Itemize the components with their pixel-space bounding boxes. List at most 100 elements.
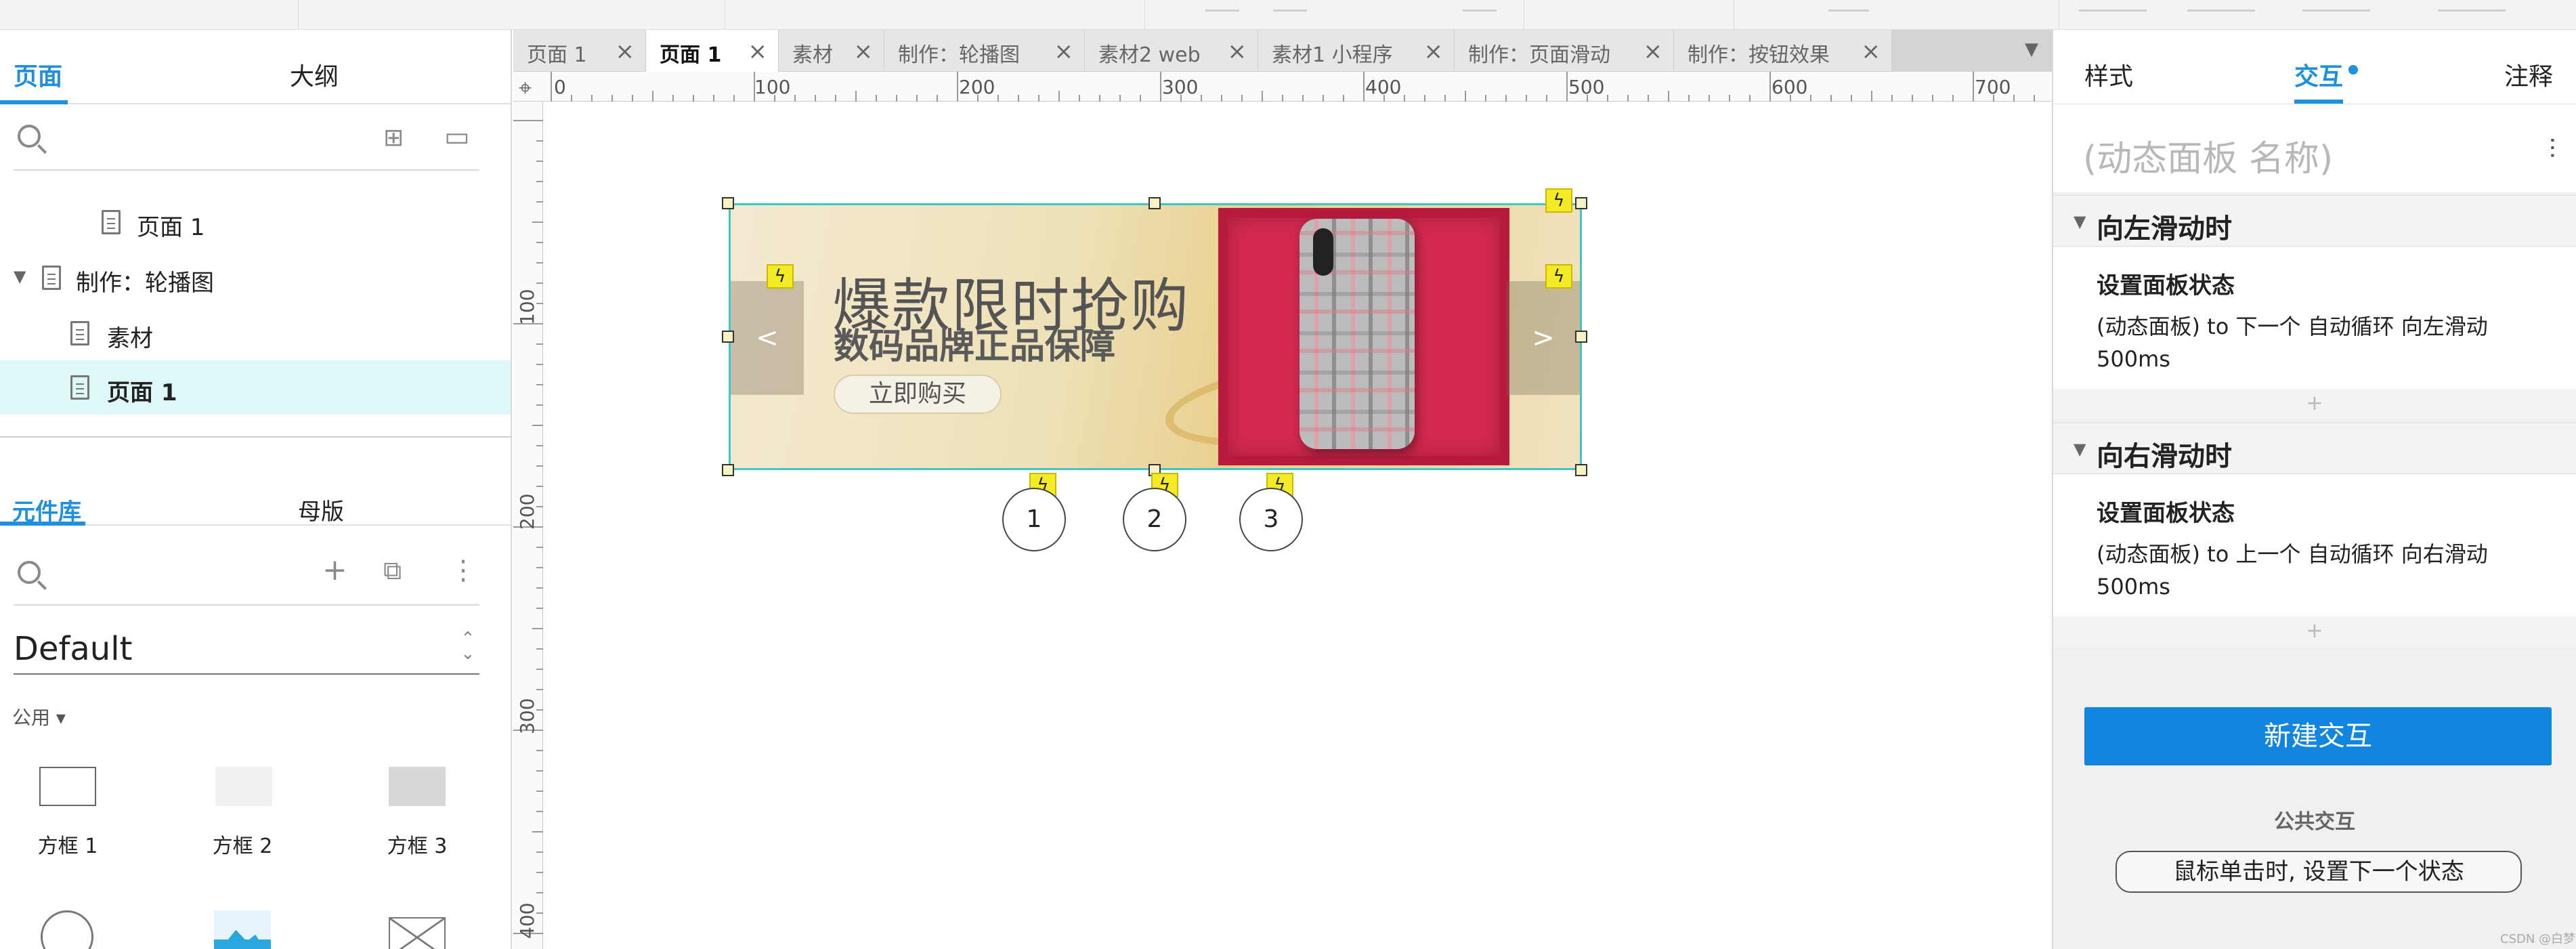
- toolbar-control[interactable]: [1273, 9, 1307, 12]
- image-mountain-icon: [221, 929, 264, 948]
- add-action-button[interactable]: +: [2053, 389, 2576, 419]
- lightning-icon[interactable]: ϟ: [1545, 188, 1572, 213]
- vertical-ruler: 100 200 300 400: [513, 102, 543, 949]
- crosshair-icon[interactable]: ⌖: [519, 75, 532, 102]
- toolbar-field[interactable]: [2438, 9, 2506, 12]
- ruler-label: 600: [1772, 76, 1808, 98]
- new-interaction-button[interactable]: 新建交互: [2084, 707, 2552, 765]
- group-label[interactable]: 公用 ▾: [12, 703, 66, 730]
- library-select[interactable]: Default: [14, 630, 132, 668]
- resize-handle[interactable]: [1575, 464, 1587, 476]
- add-page-icon[interactable]: ⊞: [383, 125, 404, 152]
- slide-indicator-1[interactable]: 1: [1002, 488, 1066, 551]
- ruler-label: 300: [516, 698, 538, 734]
- collapse-arrow-icon[interactable]: ▼: [2074, 212, 2086, 231]
- tab-masters[interactable]: 母版: [298, 493, 344, 526]
- search-icon[interactable]: [18, 561, 41, 584]
- widget-label: 方框 1: [37, 835, 98, 858]
- tab-label: 素材: [792, 43, 833, 67]
- resize-handle[interactable]: [722, 464, 734, 476]
- page-tab[interactable]: 制作：轮播图 ×: [884, 30, 1085, 72]
- ruler-label: 400: [516, 902, 538, 939]
- close-icon[interactable]: ×: [854, 38, 874, 65]
- add-action-button[interactable]: +: [2053, 616, 2576, 646]
- widget-label: 方框 2: [212, 835, 273, 858]
- prev-slide-button[interactable]: <: [731, 281, 804, 395]
- toolbar-field[interactable]: [2079, 9, 2147, 12]
- close-icon[interactable]: ×: [748, 38, 768, 65]
- close-icon[interactable]: ×: [1228, 38, 1247, 65]
- event-name: 向左滑动时: [2097, 213, 2232, 245]
- top-toolbar: [0, 0, 2576, 30]
- event-header[interactable]: ▼ 向右滑动时: [2053, 423, 2576, 474]
- add-library-icon[interactable]: +: [322, 555, 347, 585]
- page-tab[interactable]: 素材 ×: [779, 30, 884, 72]
- close-icon[interactable]: ×: [1424, 38, 1444, 65]
- action-description[interactable]: (动态面板) to 下一个 自动循环 向左滑动 500ms: [2097, 310, 2543, 375]
- page-tree-item[interactable]: 页面 1: [0, 195, 511, 249]
- close-icon[interactable]: ×: [1644, 38, 1663, 65]
- search-underline: [14, 169, 479, 171]
- resize-handle[interactable]: [1575, 331, 1587, 343]
- toolbar-field[interactable]: [2302, 9, 2370, 12]
- ellipse-widget-icon[interactable]: [41, 910, 93, 949]
- slide-indicator-2[interactable]: 2: [1123, 488, 1186, 551]
- collapse-arrow-icon[interactable]: ▼: [2074, 440, 2086, 459]
- settings-sliders-icon[interactable]: ⫶: [2549, 134, 2556, 165]
- action-name[interactable]: 设置面板状态: [2097, 267, 2235, 300]
- placeholder-widget-icon[interactable]: [389, 917, 446, 949]
- page-tree-folder[interactable]: ▼ 制作：轮播图: [0, 251, 511, 305]
- ruler-label: 100: [754, 76, 791, 98]
- tab-notes[interactable]: 注释: [2504, 57, 2553, 92]
- resize-handle[interactable]: [1149, 197, 1161, 209]
- lightning-icon[interactable]: ϟ: [767, 264, 794, 289]
- close-icon[interactable]: ×: [616, 38, 635, 65]
- resize-handle[interactable]: [722, 331, 734, 343]
- box3-widget-icon[interactable]: [389, 767, 446, 806]
- select-arrows-icon[interactable]: ⌃ ⌄: [460, 630, 475, 662]
- tab-interactions[interactable]: 交互: [2294, 57, 2343, 92]
- more-icon[interactable]: ⋮: [450, 557, 477, 584]
- widget-label: 方框 3: [387, 835, 448, 858]
- tab-outline[interactable]: 大纲: [290, 57, 339, 92]
- page-tab[interactable]: 页面 1 ×: [513, 30, 646, 72]
- search-underline: [14, 604, 479, 606]
- resize-handle[interactable]: [1575, 197, 1587, 209]
- image-widget-icon[interactable]: [214, 910, 271, 949]
- page-tree-item-selected[interactable]: 页面 1: [0, 360, 511, 415]
- lightning-icon[interactable]: ϟ: [1545, 264, 1572, 289]
- event-header[interactable]: ▼ 向左滑动时: [2053, 195, 2576, 247]
- tab-menu-icon[interactable]: ▼: [2025, 39, 2038, 60]
- action-description[interactable]: (动态面板) to 上一个 自动循环 向右滑动 500ms: [2097, 538, 2543, 603]
- tab-pages[interactable]: 页面: [14, 57, 62, 92]
- panel-name-field[interactable]: (动态面板 名称) ⫶: [2053, 104, 2576, 192]
- toolbar-field[interactable]: [2187, 9, 2255, 12]
- box1-widget-icon[interactable]: [39, 767, 96, 806]
- toolbar-control[interactable]: [1463, 9, 1497, 12]
- resize-handle[interactable]: [722, 197, 734, 209]
- close-icon[interactable]: ×: [1054, 38, 1074, 65]
- page-label: 页面 1: [137, 214, 205, 241]
- page-tab[interactable]: 制作：按钮效果 ×: [1674, 30, 1892, 72]
- add-folder-icon[interactable]: ▭: [444, 123, 470, 150]
- horizontal-ruler: ⌖ 0 100 200 300 400 500 600 700: [513, 72, 2052, 102]
- toolbar-control[interactable]: [1205, 9, 1239, 12]
- toolbar-control[interactable]: [1828, 9, 1869, 12]
- action-name[interactable]: 设置面板状态: [2097, 494, 2235, 528]
- page-tab-active[interactable]: 页面 1 ×: [646, 30, 779, 73]
- public-interaction-chip[interactable]: 鼠标单击时, 设置下一个状态: [2116, 851, 2522, 893]
- buy-now-button[interactable]: 立即购买: [834, 375, 1002, 414]
- page-tab[interactable]: 素材2 web ×: [1085, 30, 1258, 72]
- page-tab[interactable]: 制作：页面滑动 ×: [1455, 30, 1674, 72]
- box2-widget-icon[interactable]: [215, 767, 272, 806]
- expand-arrow-icon[interactable]: ▼: [14, 267, 26, 286]
- next-slide-button[interactable]: >: [1507, 281, 1580, 395]
- page-tree-item[interactable]: 素材: [0, 306, 511, 360]
- page-tab[interactable]: 素材1 小程序 ×: [1258, 30, 1455, 72]
- dynamic-panel-banner[interactable]: 爆款限时抢购 数码品牌正品保障 立即购买 < >: [729, 203, 1582, 470]
- close-icon[interactable]: ×: [1862, 38, 1881, 65]
- slide-indicator-3[interactable]: 3: [1239, 488, 1303, 551]
- library-window-icon[interactable]: ⧉: [383, 557, 402, 584]
- search-icon[interactable]: [18, 125, 41, 148]
- tab-style[interactable]: 样式: [2084, 57, 2133, 92]
